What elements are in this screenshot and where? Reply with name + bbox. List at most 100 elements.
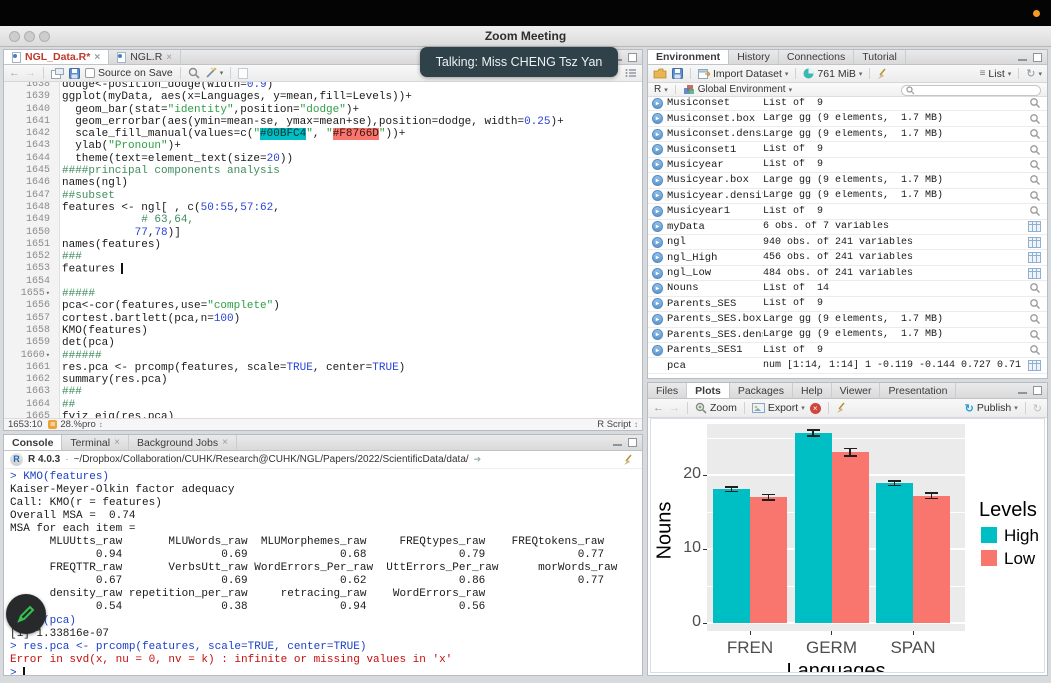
inspect-object-icon[interactable]: [1029, 144, 1041, 156]
expand-object-icon[interactable]: ▶: [652, 329, 663, 340]
environment-row[interactable]: ▶Parents_SES.boxLarge gg (9 elements, 1.…: [648, 312, 1047, 327]
close-tab-icon[interactable]: ×: [114, 437, 120, 448]
environment-row[interactable]: ▶ngl_High456 obs. of 241 variables: [648, 250, 1047, 265]
expand-object-icon[interactable]: ▶: [652, 283, 663, 294]
minimize-pane-icon[interactable]: [1018, 53, 1027, 62]
open-in-new-window-icon[interactable]: [51, 68, 64, 79]
environment-row[interactable]: ▶Parents_SES.densi_Large gg (9 elements,…: [648, 328, 1047, 343]
inspect-object-icon[interactable]: [1029, 159, 1041, 171]
environment-row[interactable]: ▶Musiconset.boxLarge gg (9 elements, 1.7…: [648, 111, 1047, 126]
tab-background-jobs[interactable]: Background Jobs ×: [129, 435, 237, 450]
next-plot-icon[interactable]: →: [669, 402, 680, 414]
inspect-object-icon[interactable]: [1029, 128, 1041, 140]
close-tab-icon[interactable]: ×: [166, 52, 172, 63]
expand-object-icon[interactable]: ▶: [652, 98, 663, 109]
expand-object-icon[interactable]: ▶: [652, 113, 663, 124]
tab-tutorial[interactable]: Tutorial: [854, 50, 906, 64]
import-dataset-button[interactable]: Import Dataset ▾: [698, 68, 788, 80]
tab-help[interactable]: Help: [793, 383, 832, 398]
source-on-save-toggle[interactable]: Source on Save: [85, 67, 173, 79]
back-icon[interactable]: ←: [9, 67, 20, 79]
tab-console[interactable]: Console: [4, 435, 62, 450]
tab-ngl-data-r[interactable]: NGL_Data.R* ×: [4, 50, 109, 64]
close-tab-icon[interactable]: ×: [222, 437, 228, 448]
inspect-object-icon[interactable]: [1029, 329, 1041, 341]
clear-console-broom-icon[interactable]: [623, 454, 636, 466]
environment-row[interactable]: ▶Musicyear.densityLarge gg (9 elements, …: [648, 189, 1047, 204]
tab-files[interactable]: Files: [648, 383, 687, 398]
environment-row[interactable]: ▶Musiconset.densityLarge gg (9 elements,…: [648, 127, 1047, 142]
view-data-grid-icon[interactable]: [1028, 237, 1041, 248]
open-workspace-folder-icon[interactable]: [653, 68, 667, 79]
save-icon[interactable]: [69, 68, 80, 79]
inspect-object-icon[interactable]: [1029, 190, 1041, 202]
annotation-tool-button[interactable]: [6, 594, 46, 634]
expand-object-icon[interactable]: ▶: [652, 268, 663, 279]
expand-object-icon[interactable]: ▶: [652, 175, 663, 186]
zoom-plot-button[interactable]: Zoom: [695, 402, 737, 414]
save-workspace-icon[interactable]: [672, 68, 683, 79]
environment-row[interactable]: ▶Parents_SES1List of 9: [648, 343, 1047, 358]
environment-search-input[interactable]: [918, 85, 1028, 95]
forward-icon[interactable]: →: [25, 67, 36, 79]
export-plot-button[interactable]: Export ▾: [752, 402, 805, 414]
environment-row[interactable]: ▶MusiconsetList of 9: [648, 97, 1047, 111]
language-selector[interactable]: R ▾: [654, 84, 668, 95]
environment-row[interactable]: pcanum [1:14, 1:14] 1 -0.119 -0.144 0.72…: [648, 358, 1047, 373]
tab-viewer[interactable]: Viewer: [832, 383, 881, 398]
code-tools-button[interactable]: ▾: [205, 67, 224, 79]
inspect-object-icon[interactable]: [1029, 282, 1041, 294]
minimize-pane-icon[interactable]: [1018, 386, 1027, 395]
inspect-object-icon[interactable]: [1029, 174, 1041, 186]
expand-object-icon[interactable]: ▶: [652, 298, 663, 309]
tab-connections[interactable]: Connections: [779, 50, 854, 64]
fold-arrow-icon[interactable]: ▾: [46, 352, 50, 360]
minimize-pane-icon[interactable]: [613, 438, 622, 447]
clear-all-plots-broom-icon[interactable]: [836, 402, 849, 414]
fold-arrow-icon[interactable]: ▾: [46, 290, 50, 298]
view-mode-selector[interactable]: ≡ List ▾: [980, 68, 1012, 80]
publish-button[interactable]: ↻ Publish ▾: [965, 402, 1018, 415]
maximize-pane-icon[interactable]: [628, 438, 637, 447]
expand-object-icon[interactable]: ▶: [652, 314, 663, 325]
expand-object-icon[interactable]: ▶: [652, 206, 663, 217]
inspect-object-icon[interactable]: [1029, 313, 1041, 325]
environment-row[interactable]: ▶myData6 obs. of 7 variables: [648, 220, 1047, 235]
maximize-pane-icon[interactable]: [1033, 53, 1042, 62]
view-data-grid-icon[interactable]: [1028, 268, 1041, 279]
view-data-grid-icon[interactable]: [1028, 360, 1041, 371]
file-type-selector[interactable]: R Script ↕: [597, 419, 638, 430]
tab-history[interactable]: History: [729, 50, 779, 64]
checkbox-icon[interactable]: [85, 68, 95, 78]
inspect-object-icon[interactable]: [1029, 298, 1041, 310]
tab-presentation[interactable]: Presentation: [880, 383, 956, 398]
tab-terminal[interactable]: Terminal ×: [62, 435, 129, 450]
tab-plots[interactable]: Plots: [687, 383, 730, 398]
expand-object-icon[interactable]: ▶: [652, 144, 663, 155]
environment-search-box[interactable]: [901, 85, 1041, 96]
refresh-environment-button[interactable]: ↻ ▾: [1026, 67, 1042, 80]
view-data-grid-icon[interactable]: [1028, 221, 1041, 232]
environment-row[interactable]: ▶Parents_SESList of 9: [648, 297, 1047, 312]
memory-usage-button[interactable]: 761 MiB ▾: [803, 68, 862, 80]
expand-object-icon[interactable]: ▶: [652, 252, 663, 263]
inspect-object-icon[interactable]: [1029, 113, 1041, 125]
close-tab-icon[interactable]: ×: [94, 52, 100, 63]
inspect-object-icon[interactable]: [1029, 205, 1041, 217]
environment-row[interactable]: ▶Musicyear.boxLarge gg (9 elements, 1.7 …: [648, 173, 1047, 188]
scope-selector[interactable]: Global Environment ▾: [683, 84, 792, 95]
tab-environment[interactable]: Environment: [648, 50, 729, 64]
view-data-grid-icon[interactable]: [1028, 252, 1041, 263]
compile-report-icon[interactable]: [238, 68, 248, 79]
code-editor-area[interactable]: 1638dodge<-position_dodge(width=0.9)1639…: [4, 82, 642, 418]
console-output[interactable]: > KMO(features)Kaiser-Meyer-Olkin factor…: [4, 470, 642, 675]
document-outline-icon[interactable]: [625, 68, 637, 78]
maximize-pane-icon[interactable]: [1033, 386, 1042, 395]
tab-ngl-r[interactable]: NGL.R ×: [109, 50, 181, 64]
maximize-pane-icon[interactable]: [628, 53, 637, 62]
find-icon[interactable]: [188, 67, 200, 79]
refresh-plot-icon[interactable]: ↻: [1033, 402, 1042, 415]
expand-object-icon[interactable]: ▶: [652, 221, 663, 232]
previous-plot-icon[interactable]: ←: [653, 402, 664, 414]
inspect-object-icon[interactable]: [1029, 344, 1041, 356]
